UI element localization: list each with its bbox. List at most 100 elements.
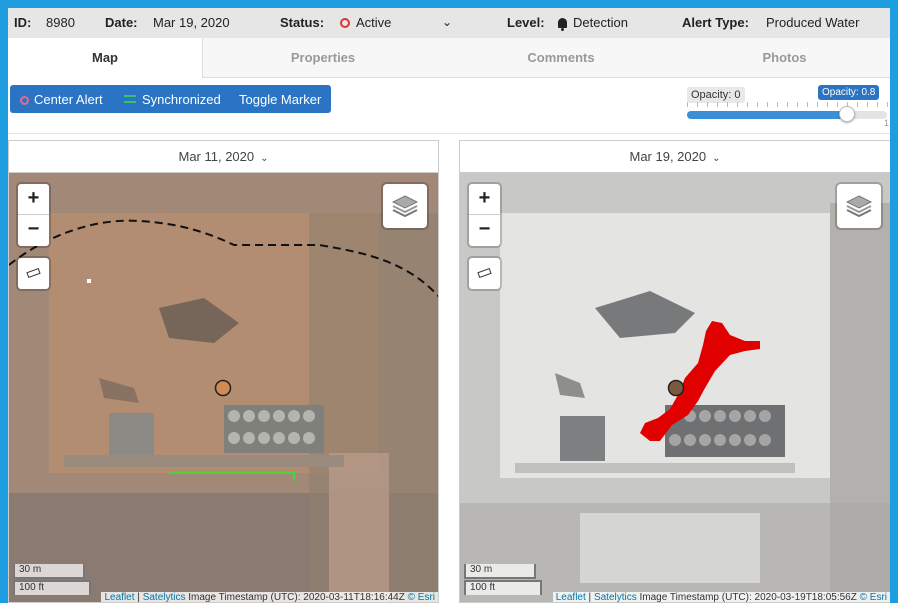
left-map-panel: Mar 11, 2020 ⌄ + − 30 m 100 ft Leaflet |… [8, 140, 439, 603]
image-timestamp: Image Timestamp (UTC): 2020-03-19T18:05:… [639, 592, 857, 603]
slider-tick [717, 102, 718, 107]
map-attribution: Leaflet | Satelytics Image Timestamp (UT… [552, 592, 890, 603]
right-date-value: Mar 19, 2020 [629, 149, 707, 164]
opacity-current-label: Opacity: 0.8 [818, 85, 880, 100]
status-circle-icon [340, 18, 350, 28]
zoom-in-button[interactable]: + [469, 184, 500, 215]
chevron-down-icon: ⌄ [712, 153, 721, 164]
alert-header: ID: 8980 Date: Mar 19, 2020 Status: Acti… [8, 8, 890, 38]
layers-icon [391, 195, 419, 218]
slider-tick [697, 102, 698, 107]
tab-properties[interactable]: Properties [203, 38, 443, 78]
center-alert-label: Center Alert [34, 92, 103, 107]
esri-link[interactable]: © Esri [408, 592, 435, 602]
tab-map[interactable]: Map [8, 38, 203, 78]
layers-button[interactable] [383, 184, 427, 228]
left-satellite-map[interactable]: + − 30 m 100 ft Leaflet | Satelytics Ima… [9, 173, 438, 603]
tab-photos[interactable]: Photos [679, 38, 890, 78]
status-dropdown[interactable]: Active [330, 15, 391, 30]
map-attribution: Leaflet | Satelytics Image Timestamp (UT… [101, 592, 438, 603]
scale-bar-imperial: 100 ft [13, 580, 91, 595]
slider-tick [767, 102, 768, 107]
esri-link[interactable]: © Esri [860, 592, 887, 602]
slider-tick [737, 102, 738, 107]
layers-icon [845, 195, 873, 218]
opacity-ticks [687, 102, 888, 108]
left-zoom-control: + − [18, 184, 49, 246]
slider-tick [877, 102, 878, 107]
slider-tick [867, 102, 868, 107]
id-label: ID: [14, 15, 32, 30]
satelytics-link[interactable]: Satelytics [143, 592, 186, 602]
measure-button[interactable] [18, 258, 49, 289]
tab-bar: Map Properties Comments Photos [8, 38, 890, 78]
synchronized-label: Synchronized [142, 92, 221, 107]
level-value: Detection [573, 15, 628, 30]
opacity-max-label: 1 [884, 118, 890, 128]
crosshair-icon [20, 96, 29, 105]
slider-tick [887, 102, 888, 107]
right-satellite-map[interactable]: + − 30 m 100 ft Leaflet | Satelytics Ima… [460, 173, 890, 603]
left-date-selector[interactable]: Mar 11, 2020 ⌄ [9, 141, 438, 173]
ruler-icon [26, 267, 41, 279]
opacity-slider[interactable] [687, 106, 887, 122]
right-map-panel: Mar 19, 2020 ⌄ + − 30 m 100 ft Leaflet |… [459, 140, 890, 603]
slider-tick [687, 102, 688, 107]
attrib-separator: | [137, 592, 140, 603]
date-value: Mar 19, 2020 [153, 15, 230, 30]
slider-tick [757, 102, 758, 107]
opacity-slider-handle[interactable] [839, 106, 855, 122]
slider-tick [837, 102, 838, 107]
leaflet-link[interactable]: Leaflet [556, 592, 586, 602]
slider-tick [777, 102, 778, 107]
leaflet-link[interactable]: Leaflet [104, 592, 134, 602]
zoom-in-button[interactable]: + [18, 184, 49, 215]
map-toolbar: Center Alert Synchronized Toggle Marker [10, 85, 331, 113]
bell-icon [558, 18, 567, 31]
alert-type-value: Produced Water [766, 15, 860, 30]
zoom-out-button[interactable]: − [18, 215, 49, 246]
slider-tick [787, 102, 788, 107]
synchronized-toggle[interactable]: Synchronized [124, 92, 221, 107]
level-field: Detection [544, 15, 628, 31]
opacity-min-label: Opacity: 0 [687, 87, 745, 103]
opacity-slider-fill [687, 111, 847, 119]
measure-button[interactable] [469, 258, 500, 289]
slider-tick [827, 102, 828, 107]
scale-bar-metric: 30 m [13, 564, 85, 579]
toggle-marker-button[interactable]: Toggle Marker [239, 92, 321, 107]
attrib-separator: | [588, 592, 592, 603]
left-date-value: Mar 11, 2020 [178, 149, 255, 164]
ruler-icon [477, 267, 492, 279]
tab-comments[interactable]: Comments [443, 38, 679, 78]
slider-tick [817, 102, 818, 107]
slider-tick [727, 102, 728, 107]
status-value: Active [356, 15, 392, 30]
chevron-down-icon: ⌄ [260, 153, 269, 164]
slider-tick [807, 102, 808, 107]
alert-viewer: ID: 8980 Date: Mar 19, 2020 Status: Acti… [8, 8, 890, 603]
slider-tick [707, 102, 708, 107]
right-map-imagery [460, 173, 890, 602]
image-timestamp: Image Timestamp (UTC): 2020-03-11T18:16:… [188, 592, 405, 603]
slider-tick [797, 102, 798, 107]
right-date-selector[interactable]: Mar 19, 2020 ⌄ [460, 141, 890, 173]
slider-tick [747, 102, 748, 107]
divider [8, 133, 890, 134]
chevron-down-icon[interactable]: ⌄ [442, 15, 452, 29]
layers-button[interactable] [837, 184, 881, 228]
slider-tick [857, 102, 858, 107]
satelytics-link[interactable]: Satelytics [594, 592, 637, 602]
right-zoom-control: + − [469, 184, 500, 246]
scale-bar-metric: 30 m [464, 564, 536, 579]
date-label: Date: [105, 15, 138, 30]
left-map-imagery [9, 173, 438, 602]
center-alert-button[interactable]: Center Alert [20, 92, 103, 107]
sync-icon [124, 95, 136, 103]
zoom-out-button[interactable]: − [469, 215, 500, 246]
status-label: Status: [280, 15, 325, 30]
alert-type-label: Alert Type: [682, 15, 749, 30]
id-value: 8980 [46, 15, 75, 30]
level-label: Level: [507, 15, 545, 30]
scale-bar-imperial: 100 ft [464, 580, 542, 595]
